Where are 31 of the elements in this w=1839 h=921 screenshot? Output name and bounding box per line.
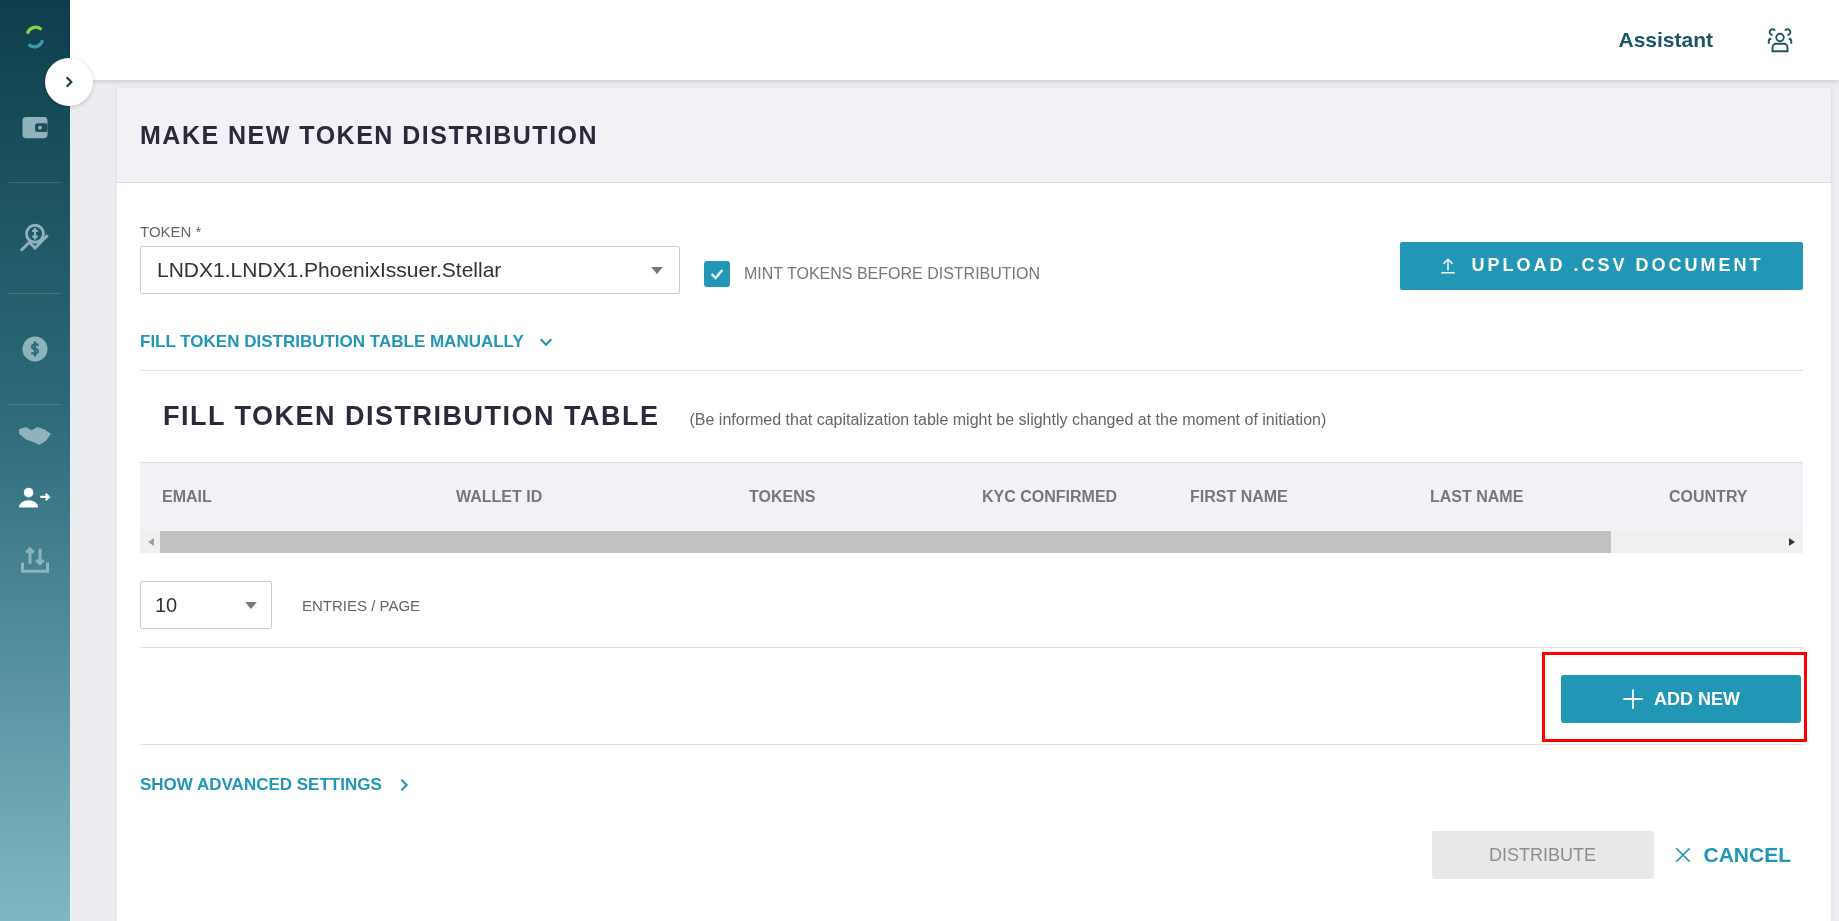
add-new-button[interactable]: ADD NEW [1561, 675, 1801, 723]
page-title: MAKE NEW TOKEN DISTRIBUTION [140, 120, 599, 150]
cancel-button[interactable]: CANCEL [1673, 843, 1803, 867]
advanced-settings-toggle[interactable]: SHOW ADVANCED SETTINGS [140, 775, 412, 795]
dropdown-caret-icon [651, 266, 663, 274]
plus-icon [1622, 688, 1644, 710]
mint-checkbox[interactable] [704, 260, 730, 287]
table-title: FILL TOKEN DISTRIBUTION TABLE [163, 401, 660, 432]
close-icon [1673, 846, 1692, 864]
entries-select[interactable]: 10 [140, 581, 272, 629]
scroll-right-icon[interactable] [1789, 538, 1795, 546]
mint-label: MINT TOKENS BEFORE DISTRIBUTION [744, 264, 1041, 283]
horizontal-scrollbar[interactable] [140, 531, 1803, 553]
column-header: LAST NAME [1430, 488, 1525, 506]
token-label: TOKEN * [140, 223, 203, 240]
dropdown-caret-icon [245, 601, 257, 609]
table-note: (Be informed that capitalization table might be slightly changed at the moment of initiation) [689, 411, 1327, 429]
column-header: KYC CONFIRMED [982, 488, 1119, 506]
assistant-link[interactable]: Assistant [1618, 28, 1713, 52]
upload-csv-button[interactable]: UPLOAD .CSV DOCUMENT [1400, 241, 1803, 290]
column-header: WALLET ID [456, 488, 544, 506]
column-header: COUNTRY [1669, 488, 1749, 506]
manual-fill-toggle[interactable]: FILL TOKEN DISTRIBUTION TABLE MANUALLY [140, 332, 554, 352]
users-icon[interactable] [1765, 25, 1795, 55]
column-header: TOKENS [749, 488, 817, 506]
token-select[interactable]: LNDX1.LNDX1.PhoenixIssuer.Stellar [140, 246, 680, 294]
scroll-left-icon[interactable] [148, 538, 154, 546]
column-header: FIRST NAME [1190, 488, 1289, 506]
entries-label: ENTRIES / PAGE [302, 596, 421, 614]
column-header: EMAIL [162, 488, 213, 506]
upload-icon [1439, 256, 1458, 275]
